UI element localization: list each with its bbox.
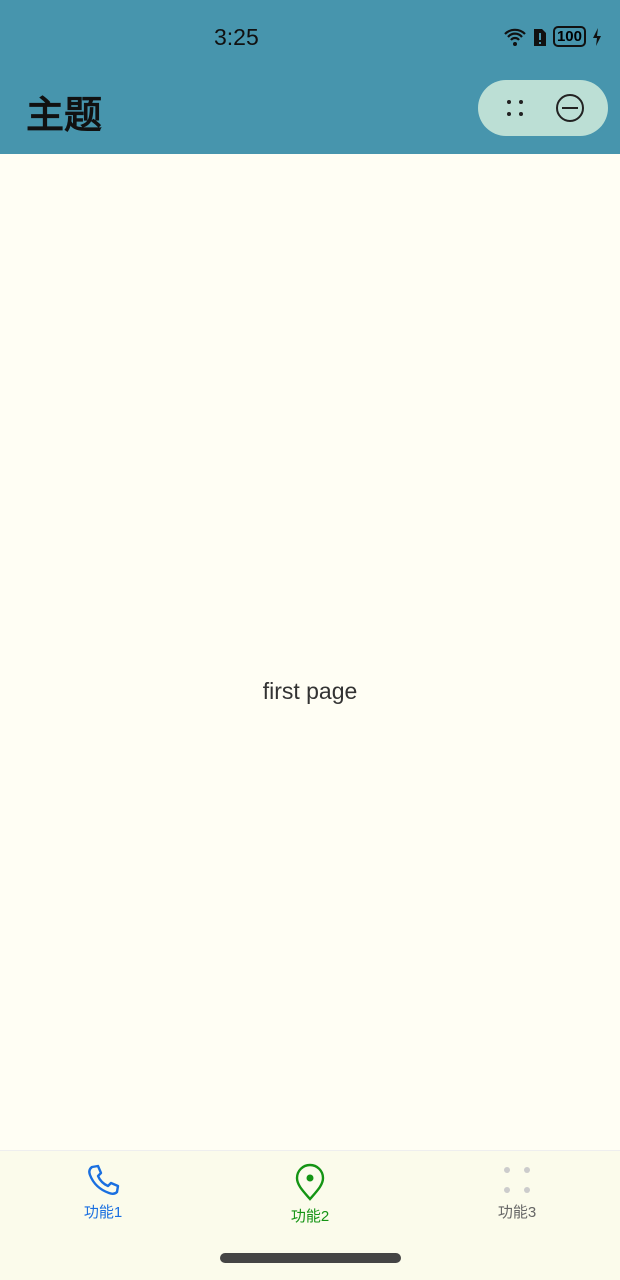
grid-dots-icon [504,1167,530,1193]
tab-function-1[interactable]: 功能1 [43,1163,163,1222]
status-icons: 100 [503,26,602,47]
app-header: 3:25 100 主题 [0,0,620,154]
page-content-text: first page [262,678,358,704]
tab-function-2[interactable]: 功能2 [250,1163,370,1226]
charging-icon [593,27,601,46]
battery-level: 100 [552,26,586,47]
tab-function-3[interactable]: 功能3 [457,1163,577,1222]
sim-alert-icon [533,28,546,46]
home-indicator[interactable] [220,1253,401,1263]
phone-icon [88,1164,120,1195]
page-title: 主题 [26,95,103,137]
tab-label: 功能3 [497,1204,537,1221]
location-pin-icon [295,1163,325,1201]
status-time: 3:25 [214,24,259,50]
tab-label: 功能2 [290,1208,330,1225]
more-dots-icon[interactable] [500,93,530,123]
close-minus-icon[interactable] [554,92,586,124]
wifi-icon [504,28,526,46]
tab-label: 功能1 [83,1204,123,1221]
mini-program-capsule [478,80,608,136]
